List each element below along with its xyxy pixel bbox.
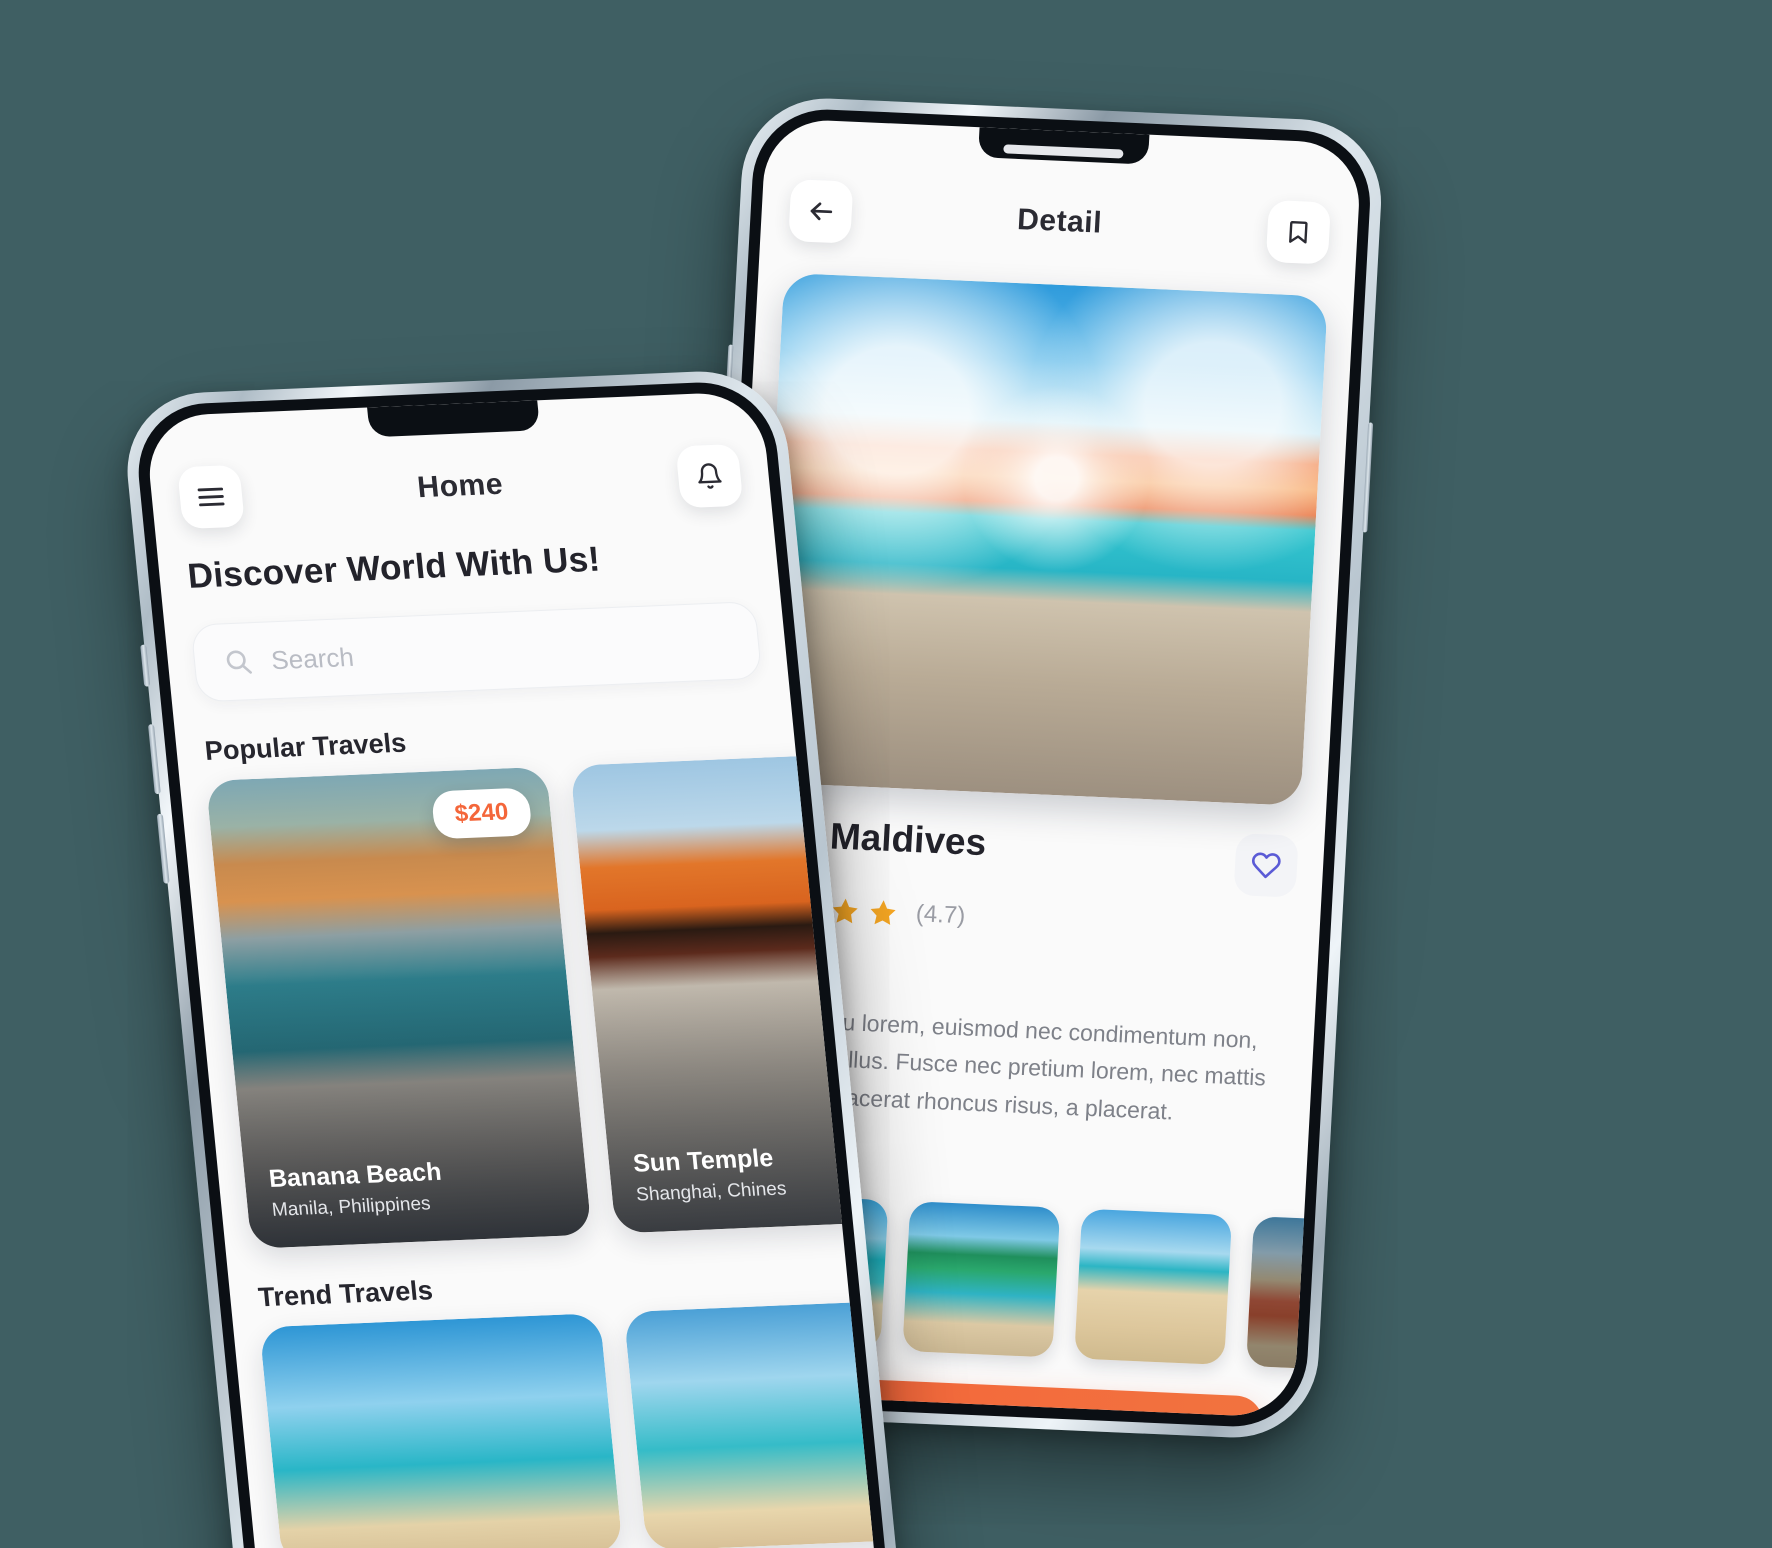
- hamburger-menu-icon: [195, 484, 227, 509]
- heart-icon: [1250, 850, 1282, 881]
- home-screen: Home Discover World With Us! Search Popu…: [143, 390, 889, 1548]
- search-icon: [222, 646, 255, 677]
- menu-button[interactable]: [177, 464, 246, 530]
- back-button[interactable]: [788, 179, 854, 244]
- card-image: [259, 1313, 623, 1548]
- search-input[interactable]: Search: [270, 641, 355, 675]
- travel-card[interactable]: [623, 1297, 889, 1548]
- favorite-button[interactable]: [1233, 833, 1299, 898]
- gallery-thumb[interactable]: [1074, 1208, 1233, 1365]
- home-phone-mockup: Home Discover World With Us! Search Popu…: [119, 368, 913, 1548]
- bookmark-button[interactable]: [1265, 199, 1331, 265]
- popular-travels-row: $240 Banana Beach Manila, Philippines Su…: [180, 751, 889, 1250]
- card-image: [623, 1297, 889, 1548]
- price-badge: $240: [430, 787, 533, 840]
- rating-value: (4.7): [915, 900, 967, 930]
- bookmark-icon: [1285, 218, 1312, 247]
- travel-card[interactable]: [259, 1313, 623, 1548]
- detail-page-title: Detail: [1016, 202, 1103, 240]
- notifications-button[interactable]: [675, 443, 744, 509]
- back-arrow-icon: [805, 196, 837, 227]
- detail-hero-image: [756, 272, 1328, 806]
- home-page-title: Home: [415, 467, 505, 505]
- star-icon: [867, 897, 899, 928]
- mockup-stage: Detail ale, Maldives (4.7) esent arcu lo…: [0, 0, 1772, 1548]
- gallery-thumb[interactable]: [902, 1200, 1061, 1358]
- trend-travels-row: [233, 1297, 889, 1548]
- travel-card[interactable]: $240 Banana Beach Manila, Philippines: [205, 766, 592, 1249]
- bell-icon: [694, 461, 725, 492]
